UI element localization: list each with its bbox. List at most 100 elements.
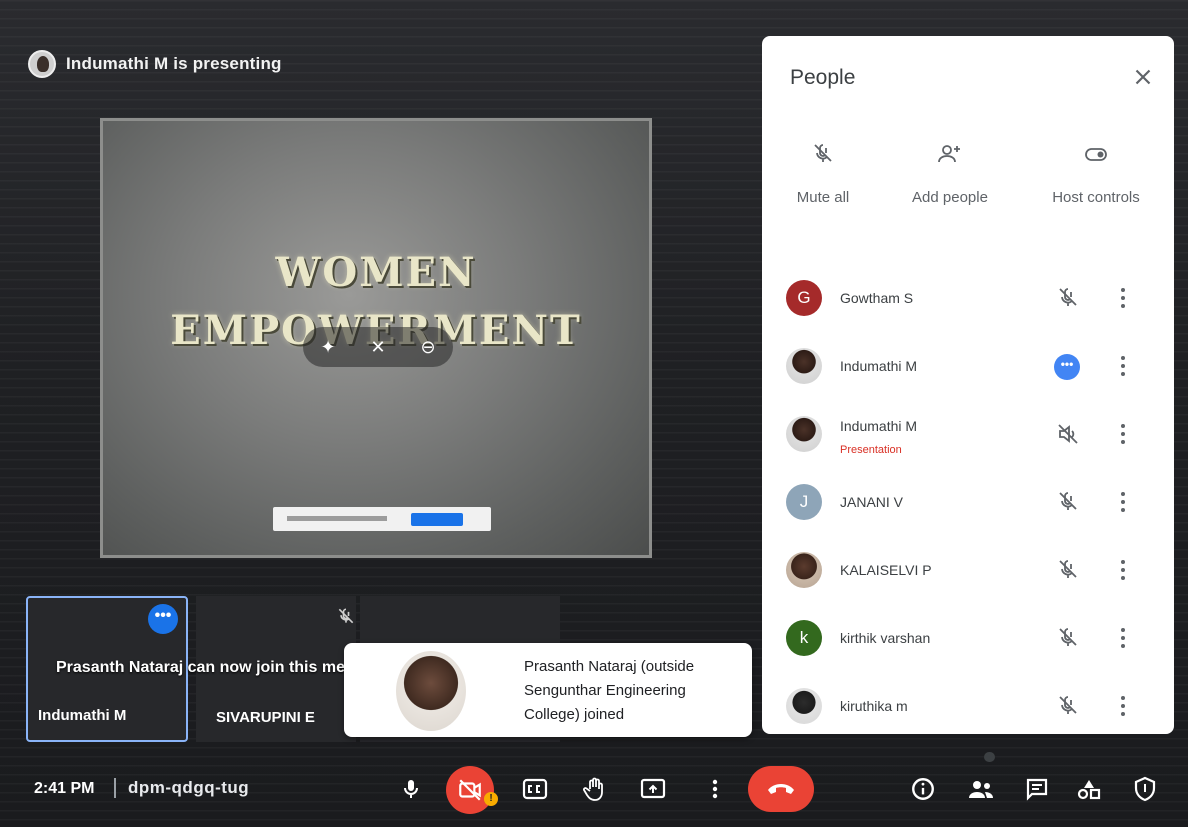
people-panel-title: People — [790, 66, 856, 89]
more-vert-icon[interactable] — [1116, 694, 1130, 718]
mic-off-icon — [786, 142, 860, 171]
host-controls-shield-button[interactable] — [1122, 766, 1168, 812]
close-icon[interactable] — [1130, 64, 1156, 90]
chat-button[interactable] — [1014, 766, 1060, 812]
captions-button[interactable] — [512, 766, 558, 812]
participant-name: kirthik varshan — [840, 630, 931, 646]
mic-off-icon[interactable] — [1056, 558, 1080, 587]
participant-row[interactable]: Indumathi M ••• — [762, 334, 1174, 400]
people-panel: People Mute all Add people Host controls… — [762, 36, 1174, 734]
add-person-icon — [902, 142, 998, 171]
participant-name: kiruthika m — [840, 698, 908, 714]
mic-off-icon[interactable] — [1056, 490, 1080, 519]
screen-share-bar — [273, 507, 491, 531]
shield-icon — [1134, 776, 1156, 802]
participant-avatar — [786, 688, 822, 724]
activities-button[interactable] — [1066, 766, 1112, 812]
participant-row[interactable]: J JANANI V — [762, 470, 1174, 536]
participant-row[interactable]: kiruthika m — [762, 674, 1174, 734]
pin-icon[interactable]: ✦ — [320, 337, 335, 358]
mic-off-icon[interactable] — [1056, 626, 1080, 655]
info-icon — [912, 778, 934, 800]
join-toast: Prasanth Nataraj can now join this meeti… — [56, 659, 384, 676]
microphone-button[interactable] — [388, 766, 434, 812]
mute-icon[interactable]: ✕ — [370, 337, 385, 358]
toggle-icon — [1042, 142, 1150, 171]
presenter-banner: Indumathi M is presenting — [28, 48, 282, 80]
present-now-button[interactable] — [630, 766, 676, 812]
presentation-overlay-controls[interactable]: ✦ ✕ ⊖ — [303, 327, 453, 367]
participant-row[interactable]: KALAISELVI P — [762, 538, 1174, 604]
mute-all-label: Mute all — [796, 189, 850, 206]
participant-avatar — [786, 348, 822, 384]
speaking-indicator-icon: ••• — [1054, 354, 1080, 380]
participant-row[interactable]: Indumathi M Presentation — [762, 402, 1174, 468]
hand-icon — [583, 777, 603, 801]
more-vert-icon[interactable] — [1116, 490, 1130, 514]
participant-list: G Gowtham S Indumathi M ••• Indumathi M … — [762, 226, 1174, 734]
activities-icon — [1077, 780, 1101, 800]
meeting-code: dpm-qdgq-tug — [128, 778, 250, 797]
show-everyone-button[interactable] — [958, 766, 1004, 812]
camera-alert-badge: ! — [484, 792, 498, 806]
chat-icon — [1026, 778, 1048, 801]
participant-avatar: J — [786, 484, 822, 520]
people-icon — [969, 781, 993, 798]
participant-name: KALAISELVI P — [840, 562, 932, 578]
mute-all-button[interactable]: Mute all — [786, 142, 860, 207]
notification-avatar — [396, 651, 466, 731]
share-bar-text — [287, 516, 387, 521]
more-vert-icon[interactable] — [1116, 558, 1130, 582]
more-vert-icon[interactable] — [1116, 626, 1130, 650]
participant-avatar — [786, 552, 822, 588]
present-icon — [640, 778, 666, 799]
presenter-label: Indumathi M is presenting — [66, 54, 282, 73]
host-controls-label: Host controls — [1052, 189, 1140, 206]
join-notification: Prasanth Nataraj (outside Sengunthar Eng… — [344, 643, 752, 737]
participant-avatar: G — [786, 280, 822, 316]
more-options-icon[interactable]: ••• — [148, 604, 178, 634]
participant-avatar — [786, 416, 822, 452]
participant-row[interactable]: k kirthik varshan — [762, 606, 1174, 672]
mic-off-icon[interactable] — [1056, 286, 1080, 315]
more-options-button[interactable] — [692, 766, 738, 812]
presentation-slide: WOMEN EMPOWERMENT ✦ ✕ ⊖ — [100, 118, 652, 558]
camera-toggle-button[interactable] — [446, 766, 494, 814]
mic-icon — [404, 780, 418, 798]
mic-off-icon — [336, 606, 356, 631]
host-controls-button[interactable]: Host controls — [1042, 142, 1150, 207]
meeting-time: 2:41 PM — [34, 780, 95, 797]
add-people-label: Add people — [912, 189, 988, 206]
tile-name: SIVARUPINI E — [216, 709, 315, 726]
participant-name: Indumathi M — [840, 418, 918, 434]
videocam-off-icon — [459, 779, 481, 801]
mic-off-icon[interactable] — [1056, 694, 1080, 723]
participant-name: Gowtham S — [840, 290, 914, 306]
call-end-icon — [768, 784, 794, 794]
meeting-details-button[interactable] — [900, 766, 946, 812]
leave-call-button[interactable] — [748, 766, 814, 812]
meeting-controls-bar: 2:41 PM dpm-qdgq-tug ! — [0, 752, 1188, 827]
remove-icon[interactable]: ⊖ — [420, 337, 435, 358]
add-people-button[interactable]: Add people — [902, 142, 998, 207]
more-vert-icon[interactable] — [1116, 422, 1130, 446]
stop-sharing-button[interactable] — [411, 512, 463, 526]
divider — [114, 778, 116, 798]
participant-avatar: k — [786, 620, 822, 656]
presenter-avatar — [28, 50, 56, 78]
participant-name: Indumathi M — [840, 358, 918, 374]
people-actions: Mute all Add people Host controls — [762, 142, 1174, 212]
participant-row[interactable]: G Gowtham S — [762, 266, 1174, 332]
notification-text: Prasanth Nataraj (outside Sengunthar Eng… — [524, 658, 695, 723]
slide-title-line-1: WOMEN — [275, 249, 477, 296]
participant-name: JANANI V — [840, 494, 904, 510]
captions-icon — [522, 778, 548, 800]
volume-off-icon[interactable] — [1056, 422, 1080, 451]
participant-count-badge — [984, 752, 996, 762]
more-vert-icon[interactable] — [1116, 354, 1130, 378]
more-vert-icon[interactable] — [1116, 286, 1130, 310]
raise-hand-button[interactable] — [572, 766, 618, 812]
tile-name: Indumathi M — [38, 707, 127, 724]
participant-subtitle: Presentation — [840, 444, 902, 456]
more-vert-icon — [712, 779, 718, 799]
